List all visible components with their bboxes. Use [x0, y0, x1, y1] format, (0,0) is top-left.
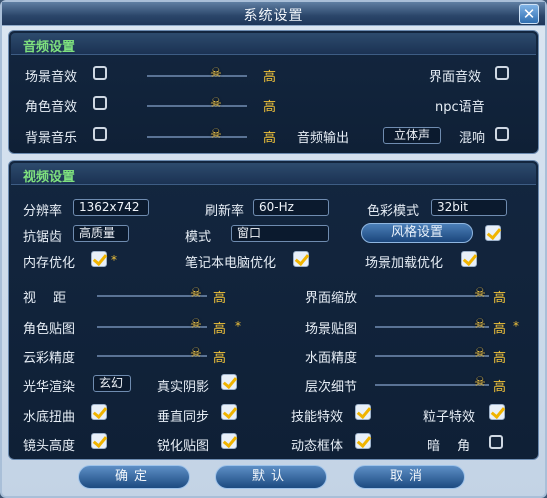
ok-button[interactable]: 确定: [78, 465, 190, 489]
memory-opt-star: *: [111, 253, 117, 267]
ui-sound-checkbox[interactable]: [495, 66, 509, 80]
dynamic-border-checkbox[interactable]: [355, 433, 371, 449]
skull-icon[interactable]: ☠: [185, 346, 207, 362]
skull-icon[interactable]: ☠: [469, 375, 491, 391]
title-bar: 系统设置 ✕: [2, 2, 545, 26]
ui-scale-label: 界面缩放: [305, 291, 358, 306]
cloud-precision-value: 高: [213, 351, 227, 366]
skull-icon[interactable]: ☠: [185, 286, 207, 302]
bg-music-checkbox[interactable]: [93, 127, 107, 141]
refresh-select[interactable]: 60-Hz: [253, 199, 329, 216]
bg-music-value: 高: [263, 131, 277, 146]
scene-sound-value: 高: [263, 70, 277, 85]
antialias-label: 抗锯齿: [23, 230, 63, 245]
char-texture-value: 高: [213, 322, 227, 337]
vsync-label: 垂直同步: [157, 410, 210, 425]
scene-sound-label: 场景音效: [25, 70, 78, 85]
sharpen-texture-checkbox[interactable]: [221, 433, 237, 449]
water-precision-value: 高: [493, 351, 507, 366]
skull-icon[interactable]: ☠: [185, 317, 207, 333]
mode-label: 模式: [185, 230, 212, 245]
laptop-opt-label: 笔记本电脑优化: [185, 256, 277, 271]
laptop-opt-checkbox[interactable]: [293, 251, 309, 267]
settings-window: 系统设置 ✕ 音频设置 场景音效 ☠ 高 界面音效 角色音效 ☠ 高 npc语音…: [0, 0, 547, 498]
dynamic-border-label: 动态框体: [291, 439, 344, 454]
audio-output-label: 音频输出: [297, 131, 350, 146]
character-sound-value: 高: [263, 100, 277, 115]
view-dist-value: 高: [213, 291, 227, 306]
bg-music-label: 背景音乐: [25, 131, 78, 146]
scene-load-opt-checkbox[interactable]: [461, 251, 477, 267]
layer-detail-label: 层次细节: [305, 380, 358, 395]
audio-output-select[interactable]: 立体声: [383, 127, 441, 144]
close-icon[interactable]: ✕: [519, 4, 539, 24]
char-texture-label: 角色贴图: [23, 322, 76, 337]
particle-effects-label: 粒子特效: [423, 410, 476, 425]
bg-music-slider[interactable]: [147, 136, 247, 138]
video-header-title: 视频设置: [23, 170, 76, 185]
cloud-precision-label: 云彩精度: [23, 351, 76, 366]
reverb-label: 混响: [459, 131, 486, 146]
skull-icon[interactable]: ☠: [469, 317, 491, 333]
vignette-label: 暗 角: [427, 439, 471, 454]
audio-header: 音频设置: [11, 33, 536, 55]
memory-opt-label: 内存优化: [23, 256, 76, 271]
scene-load-opt-label: 场景加载优化: [365, 256, 444, 271]
vignette-checkbox[interactable]: [489, 435, 503, 449]
skull-icon[interactable]: ☠: [205, 96, 227, 112]
glow-render-select[interactable]: 玄幻: [93, 375, 131, 392]
vsync-checkbox[interactable]: [221, 404, 237, 420]
skull-icon[interactable]: ☠: [469, 286, 491, 302]
antialias-select[interactable]: 高质量: [73, 225, 129, 242]
glow-render-label: 光华渲染: [23, 380, 76, 395]
skill-effects-checkbox[interactable]: [355, 404, 371, 420]
window-title: 系统设置: [243, 8, 304, 24]
scene-texture-value: 高: [493, 322, 507, 337]
ui-sound-label: 界面音效: [429, 70, 482, 85]
scene-texture-label: 场景贴图: [305, 322, 358, 337]
cancel-button[interactable]: 取消: [353, 465, 465, 489]
mode-select[interactable]: 窗口: [231, 225, 329, 242]
particle-effects-checkbox[interactable]: [489, 404, 505, 420]
style-settings-button[interactable]: 风格设置: [361, 223, 473, 243]
real-shadow-checkbox[interactable]: [221, 374, 237, 390]
character-sound-checkbox[interactable]: [93, 96, 107, 110]
sharpen-texture-label: 锐化贴图: [157, 439, 210, 454]
water-precision-label: 水面精度: [305, 351, 358, 366]
scene-texture-star: *: [513, 319, 519, 333]
underwater-distort-label: 水底扭曲: [23, 410, 76, 425]
audio-panel: 音频设置 场景音效 ☠ 高 界面音效 角色音效 ☠ 高 npc语音 背景音乐 ☠…: [8, 30, 539, 154]
char-texture-star: *: [235, 319, 241, 333]
ui-scale-value: 高: [493, 291, 507, 306]
color-mode-label: 色彩模式: [367, 204, 420, 219]
npc-voice-label: npc语音: [435, 100, 485, 115]
layer-detail-value: 高: [493, 380, 507, 395]
character-sound-slider[interactable]: [147, 105, 247, 107]
camera-height-label: 镜头高度: [23, 439, 76, 454]
skull-icon[interactable]: ☠: [205, 127, 227, 143]
refresh-label: 刷新率: [205, 204, 245, 219]
underwater-distort-checkbox[interactable]: [91, 404, 107, 420]
video-header: 视频设置: [11, 163, 536, 185]
audio-header-title: 音频设置: [23, 40, 76, 55]
resolution-label: 分辨率: [23, 204, 63, 219]
skill-effects-label: 技能特效: [291, 410, 344, 425]
real-shadow-label: 真实阴影: [157, 380, 210, 395]
style-settings-checkbox[interactable]: [485, 225, 501, 241]
memory-opt-checkbox[interactable]: [91, 251, 107, 267]
video-panel: 视频设置 分辨率 1362x742 刷新率 60-Hz 色彩模式 32bit 抗…: [8, 160, 539, 460]
default-button[interactable]: 默认: [215, 465, 327, 489]
scene-sound-slider[interactable]: [147, 75, 247, 77]
view-dist-label: 视 距: [23, 291, 67, 306]
color-mode-select[interactable]: 32bit: [431, 199, 507, 216]
resolution-select[interactable]: 1362x742: [73, 199, 149, 216]
skull-icon[interactable]: ☠: [469, 346, 491, 362]
character-sound-label: 角色音效: [25, 100, 78, 115]
skull-icon[interactable]: ☠: [205, 66, 227, 82]
scene-sound-checkbox[interactable]: [93, 66, 107, 80]
reverb-checkbox[interactable]: [495, 127, 509, 141]
camera-height-checkbox[interactable]: [91, 433, 107, 449]
